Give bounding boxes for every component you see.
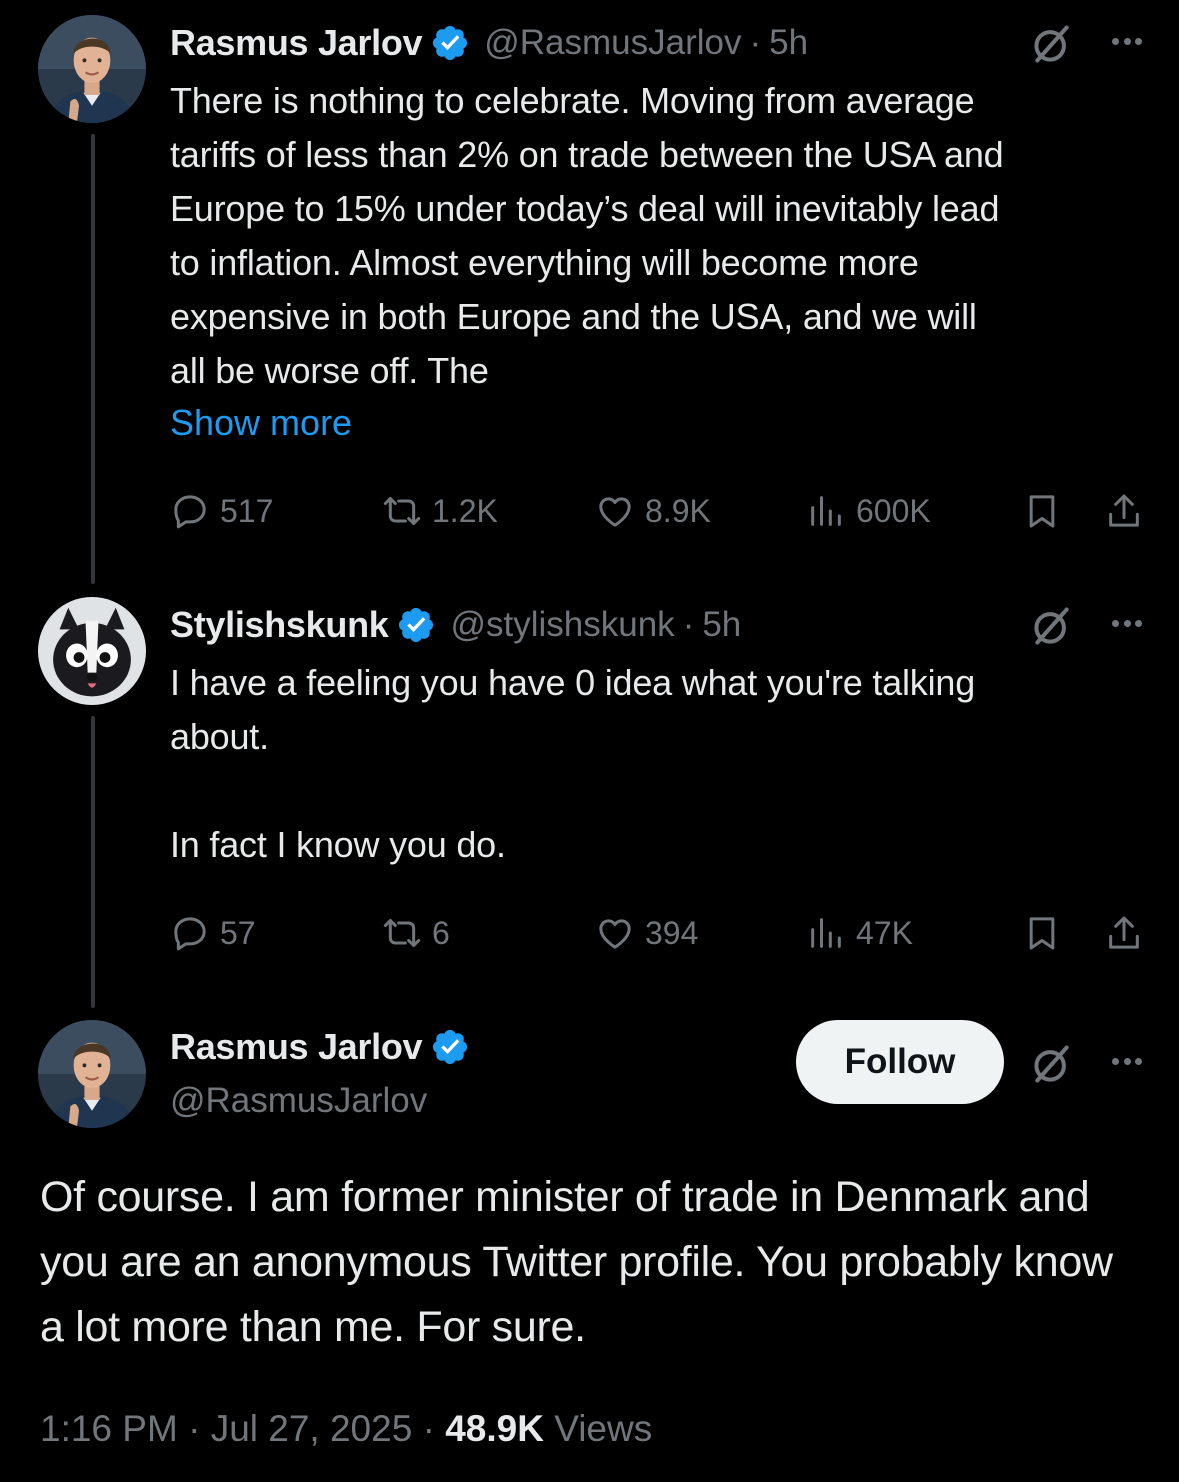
reply-count: 517 [220, 492, 274, 529]
like-button[interactable]: 394 [595, 908, 698, 958]
separator-dot: · [422, 1408, 446, 1449]
follow-button[interactable]: Follow [796, 1020, 1004, 1104]
reply-count: 57 [220, 914, 256, 951]
post-date[interactable]: Jul 27, 2025 [211, 1408, 413, 1449]
share-button[interactable] [1104, 908, 1144, 958]
tweet-actions: 57 6 394 47K [170, 908, 1150, 958]
bookmark-icon [1022, 913, 1062, 953]
avatar-image [38, 15, 146, 123]
avatar-image [38, 1020, 146, 1128]
more-icon[interactable] [1112, 1056, 1142, 1066]
more-icon[interactable] [1112, 36, 1142, 46]
bookmark-button[interactable] [1022, 486, 1062, 536]
reply-button[interactable]: 57 [170, 908, 256, 958]
verified-badge-icon[interactable] [396, 605, 436, 645]
verified-badge-icon[interactable] [430, 23, 470, 63]
like-button[interactable]: 8.9K [595, 486, 711, 536]
display-name[interactable]: Rasmus Jarlov [170, 22, 423, 64]
tweet-meta: 1:16 PM · Jul 27, 2025 · 48.9K Views [40, 1408, 652, 1450]
avatar[interactable] [38, 1020, 146, 1128]
verified-badge-icon[interactable] [430, 1027, 470, 1067]
separator-dot: · [188, 1408, 211, 1449]
repost-button[interactable]: 6 [382, 908, 450, 958]
views-label: Views [554, 1408, 653, 1449]
separator-dot: · [749, 23, 762, 62]
share-button[interactable] [1104, 486, 1144, 536]
grok-icon[interactable] [1030, 22, 1074, 66]
user-handle[interactable]: @RasmusJarlov [484, 23, 741, 63]
views-icon [806, 913, 846, 953]
like-count: 8.9K [645, 492, 711, 529]
tweet-actions: 517 1.2K 8.9K 600K [170, 486, 1150, 536]
like-count: 394 [645, 914, 699, 951]
views-icon [806, 491, 846, 531]
thread-line [91, 134, 95, 584]
display-name[interactable]: Stylishskunk [170, 604, 389, 646]
share-icon [1104, 913, 1144, 953]
repost-button[interactable]: 1.2K [382, 486, 498, 536]
show-more-link[interactable]: Show more [170, 402, 352, 444]
reply-button[interactable]: 517 [170, 486, 273, 536]
timestamp[interactable]: 5h [769, 23, 808, 63]
user-handle[interactable]: @RasmusJarlov [170, 1081, 427, 1121]
avatar[interactable] [38, 597, 146, 705]
grok-icon[interactable] [1030, 1042, 1074, 1086]
views-button[interactable]: 600K [806, 486, 931, 536]
grok-icon[interactable] [1030, 604, 1074, 648]
thread-line [91, 716, 95, 1008]
author-name-row: Rasmus Jarlov [170, 1024, 470, 1070]
avatar-image [38, 597, 146, 705]
view-count: 600K [856, 492, 931, 529]
like-icon [595, 491, 635, 531]
repost-icon [382, 913, 422, 953]
tweet-text: I have a feeling you have 0 idea what yo… [170, 662, 976, 865]
like-icon [595, 913, 635, 953]
view-count: 47K [856, 914, 913, 951]
separator-dot: · [682, 605, 695, 644]
reply-icon [170, 491, 210, 531]
repost-count: 6 [432, 914, 450, 951]
post-time[interactable]: 1:16 PM [40, 1408, 178, 1449]
tweet-header: Rasmus Jarlov @RasmusJarlov · 5h [170, 20, 808, 66]
display-name[interactable]: Rasmus Jarlov [170, 1026, 423, 1068]
view-count[interactable]: 48.9K [445, 1408, 544, 1449]
share-icon [1104, 491, 1144, 531]
tweet-header: Stylishskunk @stylishskunk · 5h [170, 602, 741, 648]
timestamp[interactable]: 5h [702, 605, 741, 645]
repost-icon [382, 491, 422, 531]
avatar[interactable] [38, 15, 146, 123]
more-icon[interactable] [1112, 618, 1142, 628]
bookmark-icon [1022, 491, 1062, 531]
repost-count: 1.2K [432, 492, 498, 529]
views-button[interactable]: 47K [806, 908, 913, 958]
user-handle[interactable]: @stylishskunk [450, 605, 674, 645]
reply-icon [170, 913, 210, 953]
bookmark-button[interactable] [1022, 908, 1062, 958]
tweet-text: There is nothing to celebrate. Moving fr… [170, 80, 1004, 391]
main-tweet-text: Of course. I am former minister of trade… [40, 1173, 1113, 1351]
author-handle-row: @RasmusJarlov [170, 1078, 427, 1124]
